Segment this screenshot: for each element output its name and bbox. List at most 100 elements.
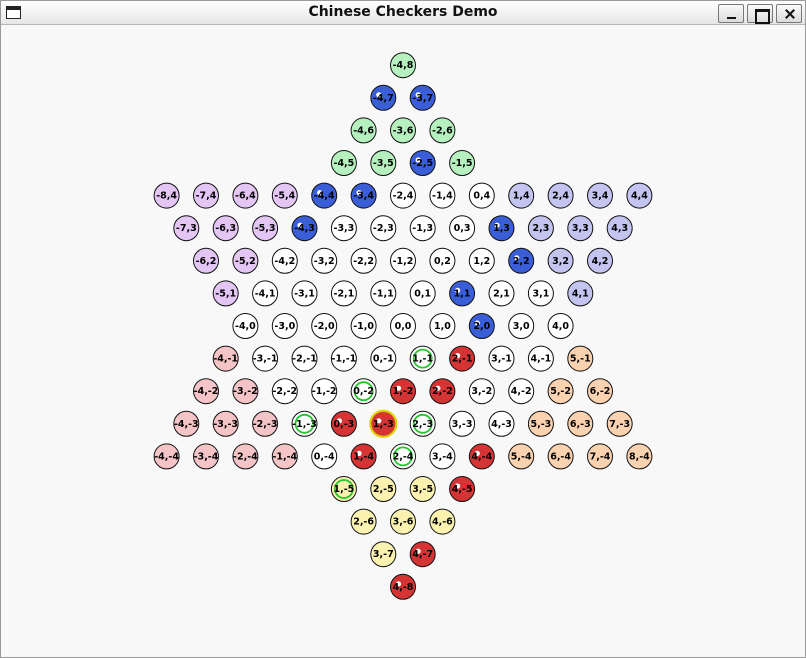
board-cell[interactable]: -4,6 [350,117,377,144]
board-cell[interactable]: -3,7 [409,84,436,111]
board-cell[interactable]: -4,4 [311,182,338,209]
board-cell[interactable]: -6,3 [212,215,239,242]
board-cell[interactable]: 3,-2 [468,378,495,405]
board-cell[interactable]: 7,-3 [606,410,633,437]
board-cell[interactable]: 3,-3 [449,410,476,437]
board-cell[interactable]: 1,-4 [350,443,377,470]
board-cell[interactable]: 1,1 [449,280,476,307]
board-cell[interactable]: -1,1 [370,280,397,307]
board-cell[interactable]: -6,2 [193,247,219,274]
board-cell[interactable]: -1,-2 [311,378,338,405]
board-cell[interactable]: -2,1 [330,280,357,307]
board-cell[interactable]: 6,-2 [587,378,613,405]
board-cell[interactable]: -2,5 [409,150,436,176]
board-cell[interactable]: -4,-3 [173,410,200,437]
board-cell[interactable]: 1,-2 [390,378,416,405]
board-cell[interactable]: -2,-1 [291,345,318,372]
board-cell[interactable]: 0,3 [449,215,476,242]
board-cell[interactable]: 8,-4 [626,443,653,470]
board-cell[interactable]: 4,4 [626,182,653,209]
board-cell[interactable]: -1,3 [409,215,436,242]
board-cell[interactable]: 0,-1 [370,345,397,372]
board-cell[interactable]: 3,1 [527,280,554,307]
board-cell[interactable]: -2,-2 [271,378,298,405]
board-cell[interactable]: 3,-6 [390,508,416,535]
board-cell[interactable]: 2,-6 [350,508,377,535]
board-cell[interactable]: 1,0 [429,313,456,339]
board-cell[interactable]: -3,5 [370,150,397,176]
board-cell[interactable]: 3,-7 [370,541,397,568]
board-cell[interactable]: -2,-3 [252,410,279,437]
board-cell[interactable]: 3,-1 [488,345,515,372]
board-cell[interactable]: 4,-1 [527,345,554,372]
board-cell[interactable]: 0,4 [468,182,495,209]
board-cell[interactable]: -3,3 [330,215,357,242]
board-cell[interactable]: -2,4 [390,182,416,209]
board-cell[interactable]: 5,-4 [508,443,535,470]
board-cell[interactable]: -5,1 [212,280,239,307]
board-cell[interactable]: -1,-4 [271,443,298,470]
board-cell[interactable]: -4,-4 [153,443,180,470]
board-cell[interactable]: 2,-1 [449,345,476,372]
board-cell[interactable]: 4,-3 [488,410,515,437]
board-cell[interactable]: 0,0 [390,313,416,339]
board-cell[interactable]: -2,3 [370,215,397,242]
board-cell[interactable]: 0,2 [429,247,456,274]
board-cell[interactable]: -5,4 [271,182,298,209]
board-cell[interactable]: -2,0 [311,313,338,339]
board-cell[interactable]: -3,4 [350,182,377,209]
board-cell[interactable]: -3,6 [390,117,416,144]
board-cell[interactable]: -1,2 [390,247,416,274]
board-cell[interactable]: 4,2 [587,247,613,274]
board-cell[interactable]: -3,-4 [193,443,219,470]
board-cell[interactable]: -1,4 [429,182,456,209]
board-cell[interactable]: 2,-5 [370,476,397,502]
checkers-board[interactable]: -4,8 -4,7 -3,7 -4,6 -3,6 -2,6 -4,5 -3,5 -2,5 -1,5… [0,0,806,658]
board-cell[interactable]: 5,-2 [547,378,574,405]
board-cell[interactable]: -3,0 [271,313,298,339]
board-cell[interactable]: -3,1 [291,280,318,307]
board-cell[interactable]: 6,-4 [547,443,574,470]
board-cell[interactable]: 2,0 [468,313,495,339]
board-cell[interactable]: 4,-7 [409,541,436,568]
board-cell[interactable]: -3,-3 [212,410,239,437]
board-cell[interactable]: 4,-2 [508,378,535,405]
board-cell[interactable]: -4,3 [291,215,318,242]
board-cell[interactable]: -5,2 [232,247,259,274]
board-cell[interactable]: 2,4 [547,182,574,209]
board-cell[interactable]: -2,6 [429,117,456,144]
board-cell[interactable]: 4,-5 [449,476,476,502]
board-cell[interactable]: -4,-1 [212,345,239,372]
board-cell[interactable]: 0,-4 [311,443,338,470]
board-cell[interactable]: 6,-3 [567,410,594,437]
board-cell[interactable]: -5,3 [252,215,279,242]
board-cell[interactable]: 4,1 [567,280,594,307]
board-cell[interactable]: 0,1 [409,280,436,307]
board-cell[interactable]: 3,2 [547,247,574,274]
board-cell[interactable]: -1,-3 [291,410,318,437]
board-cell[interactable]: -2,-4 [232,443,259,470]
board-cell[interactable]: -6,4 [232,182,259,209]
board-cell[interactable]: 4,-6 [429,508,456,535]
board-cell[interactable]: 2,-3 [409,410,436,437]
board-cell[interactable]: 1,4 [508,182,535,209]
board-cell[interactable]: -2,2 [350,247,377,274]
board-cell[interactable]: 4,3 [606,215,633,242]
board-cell[interactable]: 3,4 [587,182,613,209]
board-cell[interactable]: 0,-2 [350,378,377,405]
board-cell[interactable]: -4,8 [390,52,416,79]
board-cell[interactable]: 1,2 [468,247,495,274]
board-cell[interactable]: -4,5 [330,150,357,176]
board-cell[interactable]: 2,3 [527,215,554,242]
board-cell[interactable]: 4,0 [547,313,574,339]
board-cell[interactable]: 4,-4 [468,443,495,470]
board-cell[interactable]: -3,-2 [232,378,259,405]
board-cell[interactable]: -7,4 [193,182,219,209]
board-cell[interactable]: 7,-4 [587,443,613,470]
board-cell[interactable]: -1,5 [449,150,476,176]
board-cell[interactable]: -3,2 [311,247,338,274]
board-cell[interactable]: -4,2 [271,247,298,274]
board-cell[interactable]: 1,-1 [409,345,436,372]
board-cell[interactable]: -7,3 [173,215,200,242]
board-cell[interactable]: -1,-1 [330,345,357,372]
